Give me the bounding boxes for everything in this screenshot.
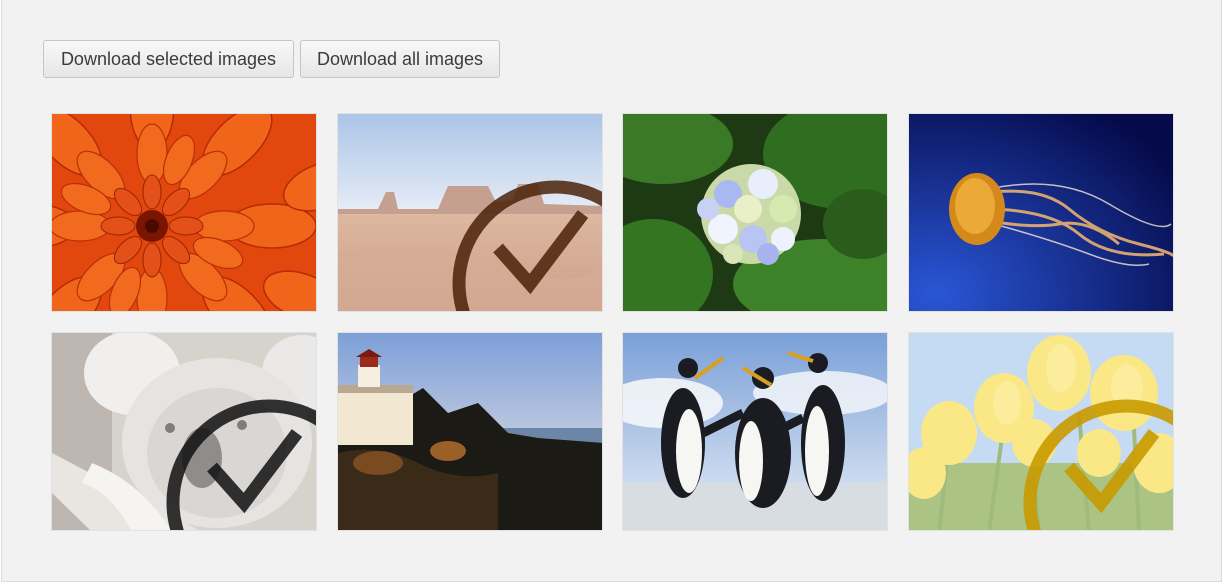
penguins-photo	[623, 333, 887, 530]
image-tile-lighthouse[interactable]	[337, 332, 603, 531]
image-tile-penguins[interactable]	[622, 332, 888, 531]
orange-flower-photo	[52, 114, 316, 311]
lighthouse-photo	[338, 333, 602, 530]
image-tile-orange-flower[interactable]	[51, 113, 317, 312]
jellyfish-photo	[909, 114, 1173, 311]
image-tile-desert[interactable]	[337, 113, 603, 312]
image-tile-koala[interactable]	[51, 332, 317, 531]
selected-checkmark-icon	[166, 399, 316, 530]
download-all-button[interactable]: Download all images	[300, 40, 500, 78]
gallery-panel: Download selected images Download all im…	[1, 0, 1222, 582]
selected-checkmark-icon	[1023, 399, 1173, 530]
image-tile-jellyfish[interactable]	[908, 113, 1174, 312]
hydrangea-photo	[623, 114, 887, 311]
selected-checkmark-icon	[452, 180, 602, 311]
toolbar: Download selected images Download all im…	[43, 40, 500, 78]
image-tile-tulips[interactable]	[908, 332, 1174, 531]
image-tile-hydrangea[interactable]	[622, 113, 888, 312]
download-selected-button[interactable]: Download selected images	[43, 40, 294, 78]
